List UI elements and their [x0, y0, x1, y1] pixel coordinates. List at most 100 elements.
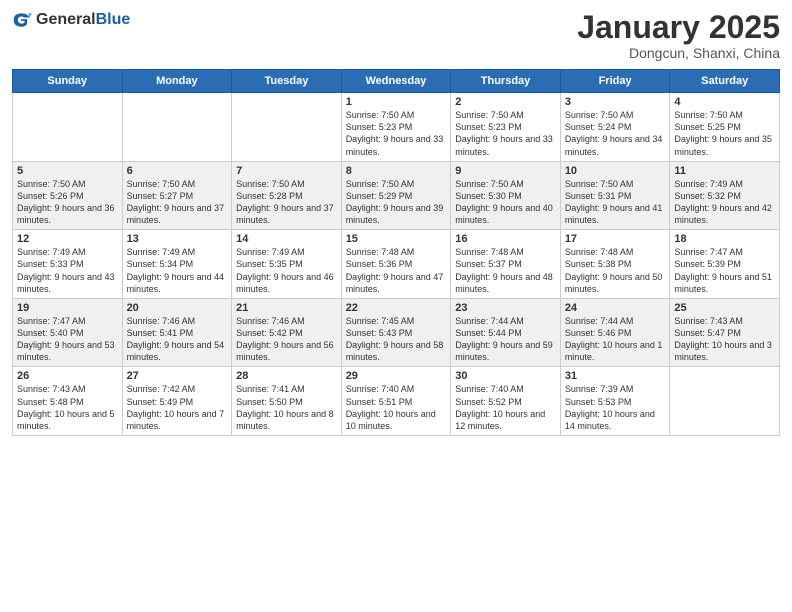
weekday-header-row: Sunday Monday Tuesday Wednesday Thursday…: [13, 70, 780, 93]
table-row: 18Sunrise: 7:47 AM Sunset: 5:39 PM Dayli…: [670, 230, 780, 299]
header-tuesday: Tuesday: [232, 70, 342, 93]
table-row: 24Sunrise: 7:44 AM Sunset: 5:46 PM Dayli…: [560, 298, 670, 367]
table-row: 21Sunrise: 7:46 AM Sunset: 5:42 PM Dayli…: [232, 298, 342, 367]
day-info: Sunrise: 7:50 AM Sunset: 5:26 PM Dayligh…: [17, 178, 118, 227]
table-row: 20Sunrise: 7:46 AM Sunset: 5:41 PM Dayli…: [122, 298, 232, 367]
day-info: Sunrise: 7:40 AM Sunset: 5:52 PM Dayligh…: [455, 383, 556, 432]
day-number: 5: [17, 165, 118, 177]
table-row: 8Sunrise: 7:50 AM Sunset: 5:29 PM Daylig…: [341, 161, 451, 230]
table-row: 5Sunrise: 7:50 AM Sunset: 5:26 PM Daylig…: [13, 161, 123, 230]
day-info: Sunrise: 7:47 AM Sunset: 5:40 PM Dayligh…: [17, 315, 118, 364]
day-number: 21: [236, 302, 337, 314]
day-info: Sunrise: 7:49 AM Sunset: 5:34 PM Dayligh…: [127, 246, 228, 295]
day-number: 24: [565, 302, 666, 314]
header-thursday: Thursday: [451, 70, 561, 93]
table-row: [122, 93, 232, 162]
day-info: Sunrise: 7:48 AM Sunset: 5:37 PM Dayligh…: [455, 246, 556, 295]
day-info: Sunrise: 7:48 AM Sunset: 5:36 PM Dayligh…: [346, 246, 447, 295]
day-info: Sunrise: 7:50 AM Sunset: 5:31 PM Dayligh…: [565, 178, 666, 227]
table-row: 22Sunrise: 7:45 AM Sunset: 5:43 PM Dayli…: [341, 298, 451, 367]
day-info: Sunrise: 7:50 AM Sunset: 5:30 PM Dayligh…: [455, 178, 556, 227]
day-number: 28: [236, 370, 337, 382]
table-row: 11Sunrise: 7:49 AM Sunset: 5:32 PM Dayli…: [670, 161, 780, 230]
table-row: 19Sunrise: 7:47 AM Sunset: 5:40 PM Dayli…: [13, 298, 123, 367]
day-info: Sunrise: 7:47 AM Sunset: 5:39 PM Dayligh…: [674, 246, 775, 295]
table-row: 7Sunrise: 7:50 AM Sunset: 5:28 PM Daylig…: [232, 161, 342, 230]
table-row: 15Sunrise: 7:48 AM Sunset: 5:36 PM Dayli…: [341, 230, 451, 299]
day-number: 27: [127, 370, 228, 382]
logo: GeneralBlue: [12, 10, 130, 30]
table-row: 14Sunrise: 7:49 AM Sunset: 5:35 PM Dayli…: [232, 230, 342, 299]
day-info: Sunrise: 7:50 AM Sunset: 5:29 PM Dayligh…: [346, 178, 447, 227]
table-row: 26Sunrise: 7:43 AM Sunset: 5:48 PM Dayli…: [13, 367, 123, 436]
day-number: 9: [455, 165, 556, 177]
day-number: 13: [127, 233, 228, 245]
header-sunday: Sunday: [13, 70, 123, 93]
calendar-week-row: 5Sunrise: 7:50 AM Sunset: 5:26 PM Daylig…: [13, 161, 780, 230]
calendar-table: Sunday Monday Tuesday Wednesday Thursday…: [12, 69, 780, 436]
day-number: 6: [127, 165, 228, 177]
day-number: 25: [674, 302, 775, 314]
day-info: Sunrise: 7:43 AM Sunset: 5:47 PM Dayligh…: [674, 315, 775, 364]
table-row: 9Sunrise: 7:50 AM Sunset: 5:30 PM Daylig…: [451, 161, 561, 230]
day-info: Sunrise: 7:46 AM Sunset: 5:42 PM Dayligh…: [236, 315, 337, 364]
day-info: Sunrise: 7:50 AM Sunset: 5:27 PM Dayligh…: [127, 178, 228, 227]
page-container: GeneralBlue January 2025 Dongcun, Shanxi…: [0, 0, 792, 444]
table-row: 6Sunrise: 7:50 AM Sunset: 5:27 PM Daylig…: [122, 161, 232, 230]
day-number: 23: [455, 302, 556, 314]
header: GeneralBlue January 2025 Dongcun, Shanxi…: [12, 10, 780, 61]
table-row: 4Sunrise: 7:50 AM Sunset: 5:25 PM Daylig…: [670, 93, 780, 162]
logo-general: General: [36, 11, 96, 28]
table-row: 13Sunrise: 7:49 AM Sunset: 5:34 PM Dayli…: [122, 230, 232, 299]
day-number: 20: [127, 302, 228, 314]
day-info: Sunrise: 7:49 AM Sunset: 5:35 PM Dayligh…: [236, 246, 337, 295]
table-row: 1Sunrise: 7:50 AM Sunset: 5:23 PM Daylig…: [341, 93, 451, 162]
day-info: Sunrise: 7:44 AM Sunset: 5:46 PM Dayligh…: [565, 315, 666, 364]
header-saturday: Saturday: [670, 70, 780, 93]
logo-icon: [12, 10, 32, 30]
calendar-week-row: 19Sunrise: 7:47 AM Sunset: 5:40 PM Dayli…: [13, 298, 780, 367]
day-number: 19: [17, 302, 118, 314]
day-info: Sunrise: 7:50 AM Sunset: 5:23 PM Dayligh…: [455, 109, 556, 158]
title-block: January 2025 Dongcun, Shanxi, China: [577, 10, 780, 61]
day-number: 2: [455, 96, 556, 108]
table-row: 3Sunrise: 7:50 AM Sunset: 5:24 PM Daylig…: [560, 93, 670, 162]
day-number: 7: [236, 165, 337, 177]
day-number: 14: [236, 233, 337, 245]
day-number: 10: [565, 165, 666, 177]
table-row: 23Sunrise: 7:44 AM Sunset: 5:44 PM Dayli…: [451, 298, 561, 367]
day-number: 12: [17, 233, 118, 245]
day-number: 11: [674, 165, 775, 177]
table-row: 29Sunrise: 7:40 AM Sunset: 5:51 PM Dayli…: [341, 367, 451, 436]
day-info: Sunrise: 7:43 AM Sunset: 5:48 PM Dayligh…: [17, 383, 118, 432]
day-number: 3: [565, 96, 666, 108]
day-info: Sunrise: 7:39 AM Sunset: 5:53 PM Dayligh…: [565, 383, 666, 432]
day-number: 17: [565, 233, 666, 245]
location-title: Dongcun, Shanxi, China: [577, 45, 780, 61]
day-info: Sunrise: 7:46 AM Sunset: 5:41 PM Dayligh…: [127, 315, 228, 364]
day-info: Sunrise: 7:41 AM Sunset: 5:50 PM Dayligh…: [236, 383, 337, 432]
day-info: Sunrise: 7:49 AM Sunset: 5:33 PM Dayligh…: [17, 246, 118, 295]
day-number: 22: [346, 302, 447, 314]
day-info: Sunrise: 7:48 AM Sunset: 5:38 PM Dayligh…: [565, 246, 666, 295]
table-row: 31Sunrise: 7:39 AM Sunset: 5:53 PM Dayli…: [560, 367, 670, 436]
calendar-week-row: 12Sunrise: 7:49 AM Sunset: 5:33 PM Dayli…: [13, 230, 780, 299]
header-friday: Friday: [560, 70, 670, 93]
table-row: 27Sunrise: 7:42 AM Sunset: 5:49 PM Dayli…: [122, 367, 232, 436]
day-info: Sunrise: 7:50 AM Sunset: 5:25 PM Dayligh…: [674, 109, 775, 158]
calendar-week-row: 26Sunrise: 7:43 AM Sunset: 5:48 PM Dayli…: [13, 367, 780, 436]
table-row: 12Sunrise: 7:49 AM Sunset: 5:33 PM Dayli…: [13, 230, 123, 299]
table-row: 10Sunrise: 7:50 AM Sunset: 5:31 PM Dayli…: [560, 161, 670, 230]
table-row: 2Sunrise: 7:50 AM Sunset: 5:23 PM Daylig…: [451, 93, 561, 162]
table-row: [670, 367, 780, 436]
table-row: 30Sunrise: 7:40 AM Sunset: 5:52 PM Dayli…: [451, 367, 561, 436]
day-info: Sunrise: 7:42 AM Sunset: 5:49 PM Dayligh…: [127, 383, 228, 432]
table-row: 28Sunrise: 7:41 AM Sunset: 5:50 PM Dayli…: [232, 367, 342, 436]
logo-text: GeneralBlue: [36, 11, 130, 29]
day-number: 16: [455, 233, 556, 245]
day-info: Sunrise: 7:45 AM Sunset: 5:43 PM Dayligh…: [346, 315, 447, 364]
table-row: 16Sunrise: 7:48 AM Sunset: 5:37 PM Dayli…: [451, 230, 561, 299]
day-number: 26: [17, 370, 118, 382]
day-number: 31: [565, 370, 666, 382]
header-monday: Monday: [122, 70, 232, 93]
